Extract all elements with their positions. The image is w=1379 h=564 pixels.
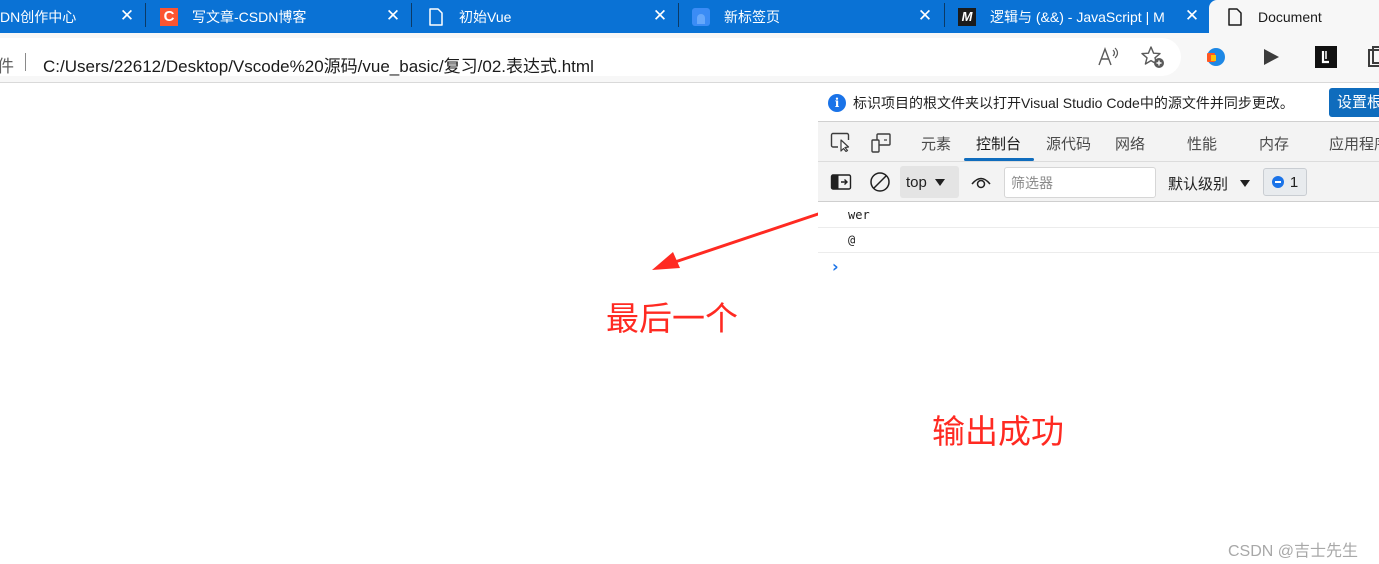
tab-divider	[145, 3, 146, 27]
annotation-output-success: 输出成功	[932, 413, 1064, 450]
context-selector[interactable]: top	[900, 166, 959, 198]
devtools-tab-bar: 元素 控制台 源代码 网络 性能 内存 应用程序	[818, 122, 1379, 162]
console-toolbar: top 默认级别 1	[818, 162, 1379, 202]
console-prompt-icon[interactable]: ›	[832, 257, 839, 276]
extension-translate-icon[interactable]	[1202, 44, 1228, 70]
extension-play-icon[interactable]	[1258, 44, 1284, 70]
chevron-down-icon	[934, 178, 945, 186]
tab-console[interactable]: 控制台	[976, 133, 1021, 154]
tab-title: 新标签页	[724, 8, 780, 25]
console-message: wer	[818, 203, 1379, 228]
tab-performance[interactable]: 性能	[1187, 133, 1217, 154]
add-favorite-icon[interactable]	[1140, 44, 1166, 70]
tab-divider	[678, 3, 679, 27]
page-icon	[1226, 7, 1244, 26]
log-levels-dropdown[interactable]: 默认级别	[1168, 173, 1251, 194]
tab-title: Document	[1258, 8, 1322, 25]
tab-title: 初始Vue	[459, 8, 512, 25]
extension-l-icon[interactable]	[1313, 44, 1339, 70]
tab-title: 逻辑与 (&&) - JavaScript | M	[990, 8, 1165, 25]
read-aloud-icon[interactable]	[1095, 44, 1121, 70]
live-expression-eye-icon[interactable]	[970, 171, 992, 193]
csdn-icon: C	[160, 7, 178, 26]
issues-counter-button[interactable]: 1	[1263, 168, 1307, 196]
tab-strip: DN创作中心 ✕ C 写文章-CSDN博客 ✕ 初始Vue ✕ 新标签页 ✕ M…	[0, 0, 1379, 33]
inspect-element-icon[interactable]	[830, 132, 852, 153]
url-text[interactable]: C:/Users/22612/Desktop/Vscode%20源码/vue_b…	[43, 52, 594, 77]
console-filter-input[interactable]	[1004, 167, 1156, 198]
tab-mdn-logical-and[interactable]: M 逻辑与 (&&) - JavaScript | M ✕	[958, 0, 1208, 33]
device-emulation-icon[interactable]	[870, 132, 892, 153]
tab-title: 写文章-CSDN博客	[192, 8, 307, 25]
active-tab-indicator	[964, 158, 1034, 161]
page-icon	[427, 7, 445, 26]
chevron-down-icon	[1240, 180, 1251, 187]
tab-close-icon[interactable]: ✕	[117, 6, 137, 26]
infobar-message: 标识项目的根文件夹以打开Visual Studio Code中的源文件并同步更改…	[853, 94, 1294, 111]
collections-icon[interactable]	[1364, 44, 1379, 70]
tab-document[interactable]: Document	[1209, 0, 1379, 33]
tab-memory[interactable]: 内存	[1259, 133, 1289, 154]
browser-window: DN创作中心 ✕ C 写文章-CSDN博客 ✕ 初始Vue ✕ 新标签页 ✕ M…	[0, 0, 1379, 564]
show-console-sidebar-icon[interactable]	[830, 171, 852, 193]
clear-console-icon[interactable]	[869, 171, 891, 193]
arrow-to-last-item	[652, 207, 834, 270]
tab-new-tab[interactable]: 新标签页 ✕	[692, 0, 942, 33]
tab-elements[interactable]: 元素	[921, 133, 951, 154]
tab-title: DN创作中心	[0, 8, 77, 25]
set-root-button[interactable]: 设置根	[1329, 88, 1379, 117]
tab-network[interactable]: 网络	[1115, 133, 1145, 154]
log-levels-label: 默认级别	[1168, 176, 1229, 193]
browser-toolbar: 文件 C:/Users/22612/Desktop/Vscode%20源码/vu…	[0, 33, 1379, 83]
new-tab-icon	[692, 7, 710, 26]
tab-close-icon[interactable]: ✕	[1182, 6, 1202, 26]
address-bar[interactable]: 文件 C:/Users/22612/Desktop/Vscode%20源码/vu…	[0, 38, 1181, 76]
tab-write-article[interactable]: C 写文章-CSDN博客 ✕	[160, 0, 410, 33]
message-bubble-icon	[1271, 176, 1284, 188]
devtools-panel: i 标识项目的根文件夹以打开Visual Studio Code中的源文件并同步…	[818, 84, 1379, 564]
context-value: top	[906, 173, 927, 191]
mdn-icon: M	[958, 7, 976, 26]
scheme-divider	[25, 53, 26, 71]
watermark: CSDN @吉士先生	[1228, 543, 1359, 560]
tab-divider	[411, 3, 412, 27]
tab-csdn-creator[interactable]: DN创作中心 ✕	[0, 0, 145, 33]
devtools-infobar: i 标识项目的根文件夹以打开Visual Studio Code中的源文件并同步…	[818, 84, 1379, 122]
tab-close-icon[interactable]: ✕	[383, 6, 403, 26]
annotation-last-item: 最后一个	[606, 300, 738, 337]
tab-sources[interactable]: 源代码	[1046, 133, 1091, 154]
tab-close-icon[interactable]: ✕	[915, 6, 935, 26]
issues-count: 1	[1289, 173, 1299, 191]
tab-divider	[944, 3, 945, 27]
tab-initial-vue[interactable]: 初始Vue ✕	[427, 0, 677, 33]
console-message: @	[818, 228, 1379, 253]
tab-close-icon[interactable]: ✕	[650, 6, 670, 26]
tab-application[interactable]: 应用程序	[1329, 133, 1379, 154]
info-icon: i	[828, 93, 846, 112]
scheme-label: 文件	[0, 57, 14, 76]
